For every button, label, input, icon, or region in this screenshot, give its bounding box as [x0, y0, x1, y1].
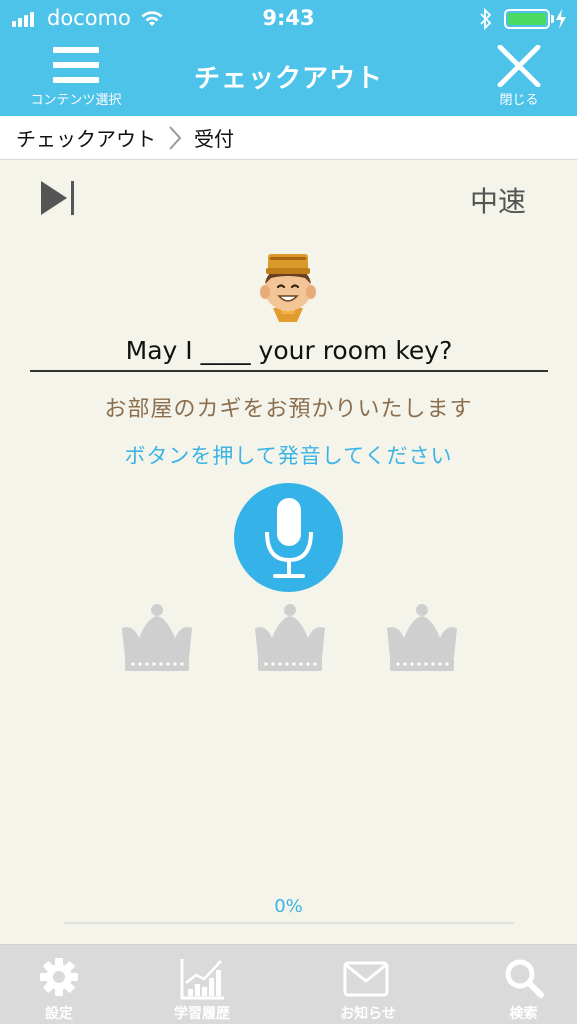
crown-icon	[122, 604, 192, 671]
tab-notifications-label: お知らせ	[340, 1006, 396, 1022]
practice-sentence: May I ____ your room key?	[30, 336, 548, 372]
skip-next-icon[interactable]	[40, 180, 76, 216]
progress-label: 0%	[274, 896, 303, 917]
speed-button[interactable]: 中速	[470, 180, 526, 220]
breadcrumb-item-checkout[interactable]: チェックアウト	[16, 123, 156, 152]
sentence-translation: お部屋のカギをお預かりいたします	[104, 397, 473, 422]
search-icon	[505, 959, 544, 998]
chevron-right-icon	[169, 125, 182, 150]
score-crowns	[0, 602, 577, 674]
instruction-text: ボタンを押して発音してください	[124, 444, 453, 468]
mail-icon	[343, 961, 389, 997]
status-bar: docomo 9:43	[0, 0, 577, 38]
tab-notifications[interactable]: お知らせ	[312, 945, 424, 1024]
bellboy-avatar	[260, 254, 316, 322]
close-icon	[497, 45, 541, 87]
close-button[interactable]: 閉じる	[488, 44, 550, 108]
tab-settings[interactable]: 設定	[0, 945, 118, 1024]
gear-icon	[40, 958, 78, 996]
microphone-icon	[265, 498, 313, 578]
crown-icon	[387, 604, 457, 671]
top-bar: docomo 9:43 コンテンツ選択 チェックアウト 閉じる	[0, 0, 577, 116]
breadcrumb-item-reception: 受付	[194, 127, 234, 151]
crown-icon	[255, 604, 325, 671]
bluetooth-icon	[480, 8, 492, 30]
tab-search-label: 検索	[509, 1006, 538, 1022]
battery-icon	[504, 9, 550, 29]
progress-bar	[64, 922, 514, 924]
record-button[interactable]	[234, 483, 343, 592]
tab-search[interactable]: 検索	[470, 945, 577, 1024]
tab-history-label: 学習履歴	[174, 1006, 230, 1022]
tab-bar: 設定 学習履歴 お知らせ 検索	[0, 944, 577, 1024]
charging-icon	[556, 9, 566, 29]
breadcrumb: チェックアウト 受付	[0, 116, 577, 160]
chart-icon	[180, 959, 224, 1000]
tab-history[interactable]: 学習履歴	[140, 945, 264, 1024]
tab-settings-label: 設定	[45, 1006, 73, 1022]
close-label: 閉じる	[499, 93, 539, 108]
